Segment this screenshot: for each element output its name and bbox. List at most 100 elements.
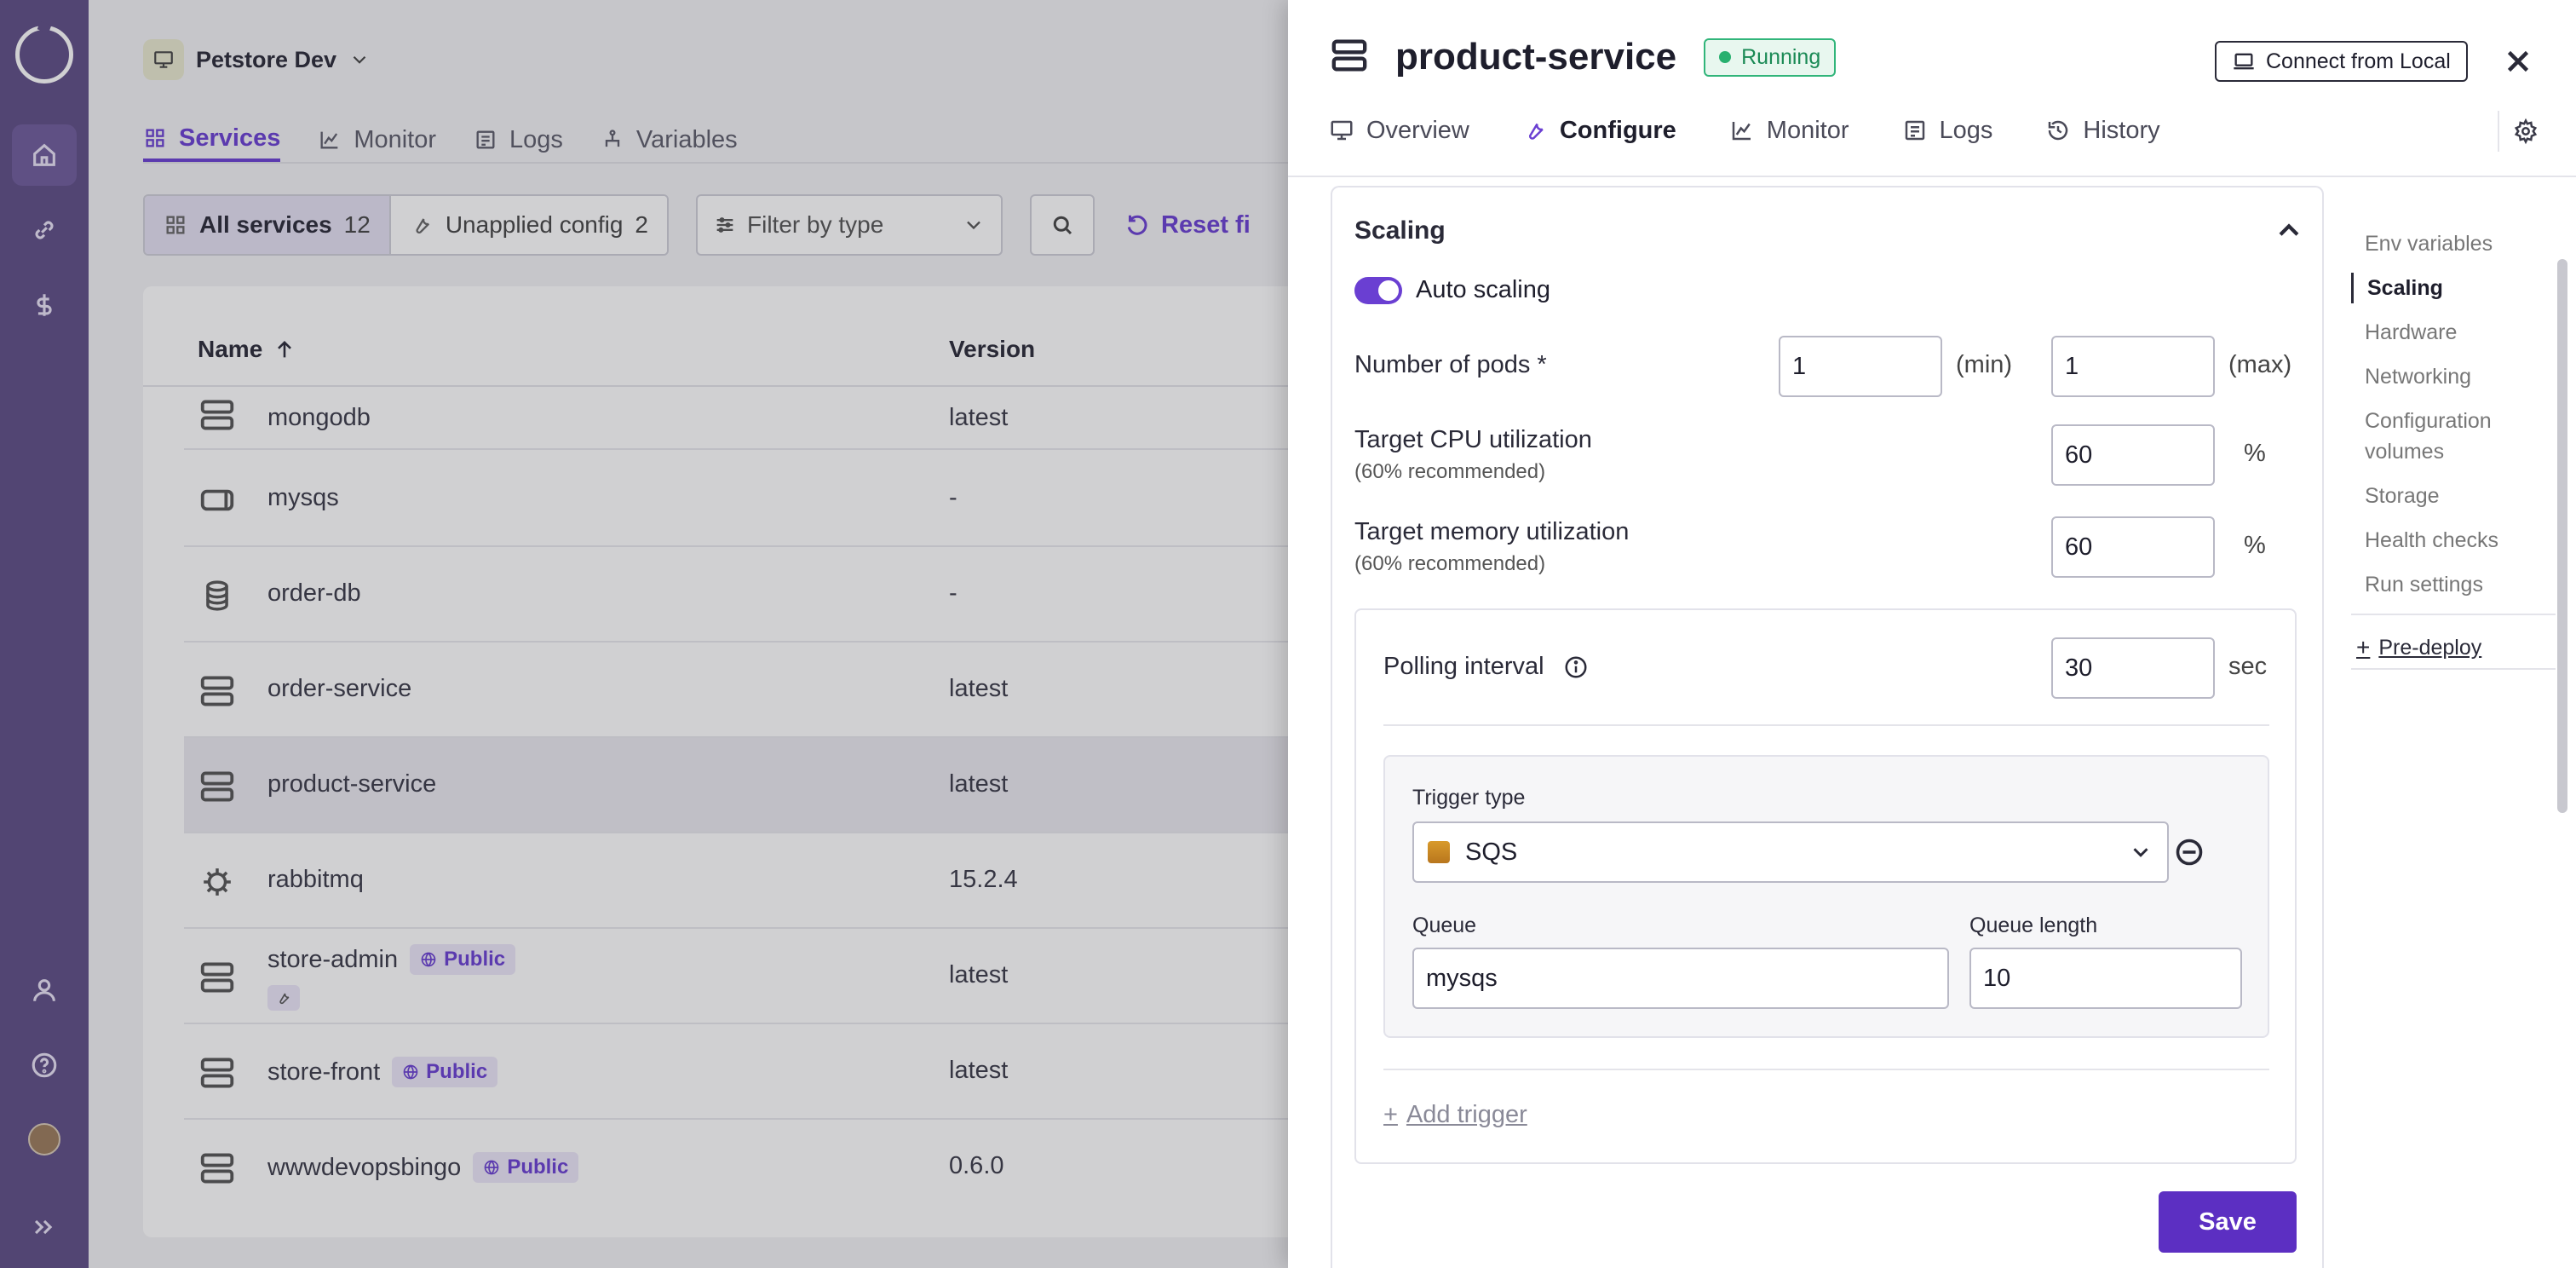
- logo[interactable]: [15, 26, 73, 84]
- tab-monitor[interactable]: Monitor: [1729, 111, 1849, 150]
- unapplied-config-filter[interactable]: Unapplied config 2: [390, 196, 667, 254]
- pods-min-unit: (min): [1956, 351, 2013, 378]
- cpu-utilization-input[interactable]: [2051, 424, 2215, 486]
- settings-button[interactable]: [2498, 111, 2539, 152]
- table-row[interactable]: store-front Public latest: [184, 1024, 1336, 1120]
- trigger-type-select[interactable]: SQS: [1412, 821, 2169, 883]
- section-nav-health-checks[interactable]: Health checks: [2351, 525, 2556, 556]
- table-row[interactable]: store-admin Public latest: [184, 929, 1336, 1024]
- search-button[interactable]: [1030, 194, 1095, 256]
- environment-name: Petstore Dev: [196, 46, 337, 72]
- arrow-up-icon: [278, 341, 292, 358]
- name-column-header[interactable]: Name: [198, 336, 296, 363]
- expand-rail-button[interactable]: [12, 1196, 77, 1258]
- remove-trigger-button[interactable]: [2174, 837, 2205, 872]
- tab-configure[interactable]: Configure: [1522, 111, 1676, 150]
- account-nav-button[interactable]: [12, 960, 77, 1021]
- save-button[interactable]: Save: [2159, 1191, 2297, 1253]
- public-label: Public: [444, 948, 506, 971]
- auto-scaling-toggle[interactable]: [1354, 276, 1402, 304]
- table-row[interactable]: order-service latest: [184, 643, 1336, 738]
- section-nav-env-variables[interactable]: Env variables: [2351, 228, 2556, 259]
- scaling-title: Scaling: [1354, 216, 1446, 245]
- globe-icon: [421, 952, 436, 967]
- section-nav-divider: [2351, 614, 2556, 615]
- service-version: latest: [949, 961, 1009, 988]
- avatar[interactable]: [28, 1123, 60, 1156]
- collapse-section-button[interactable]: [2274, 216, 2303, 250]
- tab-label: Overview: [1366, 116, 1469, 144]
- section-nav-networking[interactable]: Networking: [2351, 361, 2556, 392]
- server-icon: [1331, 38, 1368, 77]
- table-row[interactable]: wwwdevopsbingo Public 0.6.0: [184, 1120, 1336, 1215]
- all-services-label: All services: [199, 211, 332, 238]
- history-icon: [2049, 120, 2068, 141]
- tab-label: Logs: [509, 125, 563, 153]
- status-badge: Running: [1704, 37, 1837, 77]
- section-nav-storage[interactable]: Storage: [2351, 481, 2556, 511]
- close-panel-button[interactable]: [2498, 41, 2539, 82]
- plus-icon: +: [2356, 634, 2371, 660]
- server-icon: [199, 770, 235, 803]
- all-services-count: 12: [343, 211, 371, 238]
- section-nav-configuration-volumes[interactable]: Configuration volumes: [2351, 406, 2556, 467]
- chevron-down-icon: [2133, 848, 2148, 857]
- service-version: 15.2.4: [949, 866, 1018, 893]
- minus-circle-icon: [2176, 839, 2203, 866]
- add-trigger-label: Add trigger: [1406, 1101, 1527, 1128]
- service-version: 0.6.0: [949, 1152, 1004, 1179]
- version-column-header[interactable]: Version: [949, 336, 1035, 363]
- cpu-utilization-hint: (60% recommended): [1354, 460, 1546, 483]
- help-nav-button[interactable]: [12, 1035, 77, 1096]
- tab-logs[interactable]: Logs: [474, 118, 563, 162]
- tab-overview[interactable]: Overview: [1329, 111, 1469, 150]
- unapplied-config-label: Unapplied config: [445, 211, 624, 238]
- pods-min-input[interactable]: [1779, 336, 1942, 397]
- table-row[interactable]: mysqs -: [184, 452, 1336, 547]
- links-nav-button[interactable]: [12, 199, 77, 261]
- section-nav-hardware[interactable]: Hardware: [2351, 317, 2556, 348]
- connect-from-local-button[interactable]: Connect from Local: [2215, 41, 2468, 82]
- add-trigger-button[interactable]: + Add trigger: [1383, 1101, 1527, 1129]
- queue-input[interactable]: [1412, 948, 1949, 1009]
- home-nav-button[interactable]: [12, 124, 77, 186]
- table-row-selected[interactable]: product-service latest: [184, 738, 1336, 833]
- all-services-filter[interactable]: All services 12: [145, 196, 391, 254]
- table-header: Name Version: [143, 286, 1336, 387]
- tab-monitor[interactable]: Monitor: [318, 118, 436, 162]
- info-icon[interactable]: [1563, 654, 1589, 680]
- table-row[interactable]: mongodb latest: [184, 389, 1336, 450]
- queue-length-input[interactable]: [1969, 948, 2242, 1009]
- pods-label: Number of pods *: [1354, 351, 1547, 378]
- tab-variables[interactable]: Variables: [601, 118, 738, 162]
- service-version: -: [949, 579, 957, 607]
- tab-logs[interactable]: Logs: [1902, 111, 1992, 150]
- section-nav-scaling[interactable]: Scaling: [2351, 273, 2556, 303]
- pods-max-input[interactable]: [2051, 336, 2215, 397]
- filter-by-type-select[interactable]: Filter by type: [696, 194, 1003, 256]
- service-name: mysqs: [267, 484, 339, 511]
- globe-icon: [403, 1064, 418, 1080]
- grid-icon: [146, 129, 164, 147]
- tab-history[interactable]: History: [2045, 111, 2160, 150]
- service-name: mongodb: [267, 404, 371, 431]
- panel-scrollbar[interactable]: [2557, 259, 2567, 813]
- pre-deploy-link[interactable]: + Pre-deploy: [2351, 634, 2556, 661]
- help-icon: [32, 1052, 57, 1078]
- main-tabs: Services Monitor Logs Variables: [143, 118, 738, 162]
- table-row[interactable]: rabbitmq 15.2.4: [184, 833, 1336, 929]
- reset-filters-button[interactable]: Reset fi: [1124, 211, 1251, 239]
- tab-label: Monitor: [1766, 116, 1849, 144]
- table-row[interactable]: order-db -: [184, 547, 1336, 643]
- scaling-section: Scaling Auto scaling Number of pods * (m…: [1331, 186, 2324, 1268]
- server-icon: [199, 1152, 235, 1184]
- environment-selector[interactable]: Petstore Dev: [143, 39, 371, 80]
- server-icon: [199, 961, 235, 994]
- memory-utilization-input[interactable]: [2051, 516, 2215, 578]
- billing-nav-button[interactable]: [12, 274, 77, 336]
- section-nav-run-settings[interactable]: Run settings: [2351, 569, 2556, 600]
- server-icon: [199, 1057, 235, 1089]
- services-toolbar: All services 12 Unapplied config 2 Filte…: [143, 194, 1251, 256]
- polling-interval-input[interactable]: [2051, 637, 2215, 699]
- tab-services[interactable]: Services: [143, 118, 281, 162]
